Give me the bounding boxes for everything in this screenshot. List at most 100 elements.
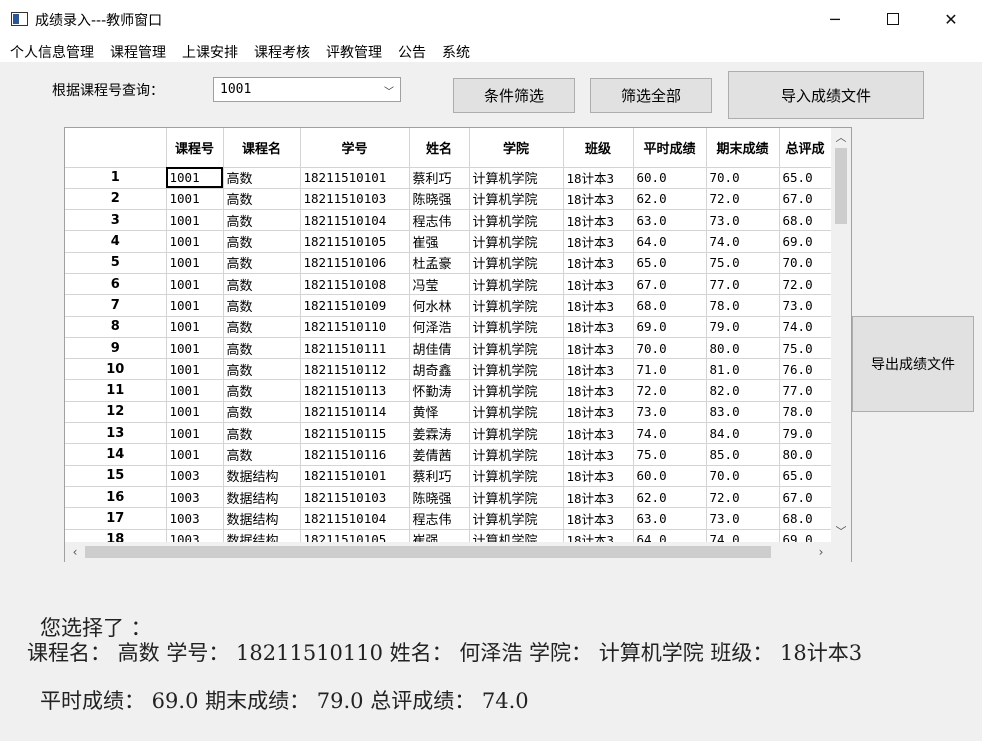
table-cell[interactable]: 68.0: [779, 209, 831, 232]
table-cell[interactable]: 冯莹: [409, 273, 470, 296]
table-cell[interactable]: 18计本3: [563, 294, 634, 317]
table-cell[interactable]: 高数: [223, 358, 301, 381]
table-cell[interactable]: 83.0: [706, 401, 780, 424]
column-header[interactable]: 总评成: [779, 128, 831, 168]
table-cell[interactable]: 62.0: [633, 486, 707, 509]
table-row[interactable]: 14 1001 高数 18211510116 姜倩茜 计算机学院 18计本3 75.0 85.0…: [65, 443, 831, 466]
table-cell[interactable]: 75.0: [706, 252, 780, 274]
table-cell[interactable]: 18计本3: [563, 486, 634, 509]
table-cell[interactable]: 79.0: [779, 422, 831, 445]
table-cell[interactable]: 计算机学院: [469, 167, 564, 189]
table-cell[interactable]: 60.0: [633, 167, 707, 189]
table-cell[interactable]: 18计本3: [563, 230, 634, 253]
table-cell[interactable]: 65.0: [779, 167, 831, 189]
table-cell[interactable]: 18计本3: [563, 209, 634, 232]
table-cell[interactable]: 1001: [166, 230, 224, 253]
table-cell[interactable]: 数据结构: [223, 529, 301, 542]
show-all-button[interactable]: 筛选全部: [590, 78, 712, 113]
table-cell[interactable]: 高数: [223, 294, 301, 317]
row-header[interactable]: 8: [65, 316, 167, 338]
table-row[interactable]: 1 1001 高数 18211510101 蔡利巧 计算机学院 18计本3 60.0 70.0 6…: [65, 167, 831, 189]
table-cell[interactable]: 1001: [166, 273, 224, 296]
table-cell[interactable]: 67.0: [779, 486, 831, 509]
table-cell[interactable]: 18计本3: [563, 507, 634, 530]
table-cell[interactable]: 18计本3: [563, 167, 634, 189]
table-cell[interactable]: 18计本3: [563, 273, 634, 296]
table-cell[interactable]: 计算机学院: [469, 443, 564, 466]
column-header[interactable]: [65, 128, 167, 168]
table-cell[interactable]: 18计本3: [563, 358, 634, 381]
table-cell[interactable]: 1001: [166, 337, 224, 360]
table-cell[interactable]: 胡佳倩: [409, 337, 470, 360]
table-cell[interactable]: 72.0: [633, 379, 707, 402]
menu-course-management[interactable]: 课程管理: [102, 38, 174, 62]
table-row[interactable]: 3 1001 高数 18211510104 程志伟 计算机学院 18计本3 63.0 73.0 6…: [65, 209, 831, 232]
row-header[interactable]: 10: [65, 358, 167, 381]
table-cell[interactable]: 崔强: [409, 529, 470, 542]
table-cell[interactable]: 18211510112: [300, 358, 410, 381]
table-cell[interactable]: 18211510116: [300, 443, 410, 466]
table-cell[interactable]: 18211510101: [300, 465, 410, 487]
row-header[interactable]: 4: [65, 230, 167, 253]
table-cell[interactable]: 73.0: [633, 401, 707, 424]
table-cell[interactable]: 78.0: [779, 401, 831, 424]
table-cell[interactable]: 1001: [166, 379, 224, 402]
table-row[interactable]: 2 1001 高数 18211510103 陈晓强 计算机学院 18计本3 62.0 72.0 6…: [65, 188, 831, 211]
column-header[interactable]: 学号: [300, 128, 410, 168]
table-row[interactable]: 6 1001 高数 18211510108 冯莹 计算机学院 18计本3 67.0 77.0 72…: [65, 273, 831, 296]
table-cell[interactable]: 84.0: [706, 422, 780, 445]
table-cell[interactable]: 69.0: [779, 529, 831, 542]
table-cell[interactable]: 1001: [166, 316, 224, 338]
scroll-right-icon[interactable]: ›: [811, 542, 831, 562]
table-cell[interactable]: 73.0: [706, 209, 780, 232]
column-header[interactable]: 班级: [563, 128, 634, 168]
table-row[interactable]: 5 1001 高数 18211510106 杜孟豪 计算机学院 18计本3 65.0 75.0 7…: [65, 252, 831, 274]
table-cell[interactable]: 65.0: [633, 252, 707, 274]
table-cell[interactable]: 怀勤涛: [409, 379, 470, 402]
table-cell[interactable]: 胡奇鑫: [409, 358, 470, 381]
row-header[interactable]: 6: [65, 273, 167, 296]
table-cell[interactable]: 1001: [166, 188, 224, 211]
scroll-left-icon[interactable]: ‹: [65, 542, 85, 562]
table-cell[interactable]: 计算机学院: [469, 273, 564, 296]
table-cell[interactable]: 杜孟豪: [409, 252, 470, 274]
table-cell[interactable]: 85.0: [706, 443, 780, 466]
table-cell[interactable]: 18计本3: [563, 252, 634, 274]
table-cell[interactable]: 1001: [166, 401, 224, 424]
row-header[interactable]: 17: [65, 507, 167, 530]
menu-course-assessment[interactable]: 课程考核: [246, 38, 318, 62]
table-cell[interactable]: 69.0: [633, 316, 707, 338]
table-cell[interactable]: 18计本3: [563, 443, 634, 466]
table-cell[interactable]: 18211510106: [300, 252, 410, 274]
table-cell[interactable]: 计算机学院: [469, 337, 564, 360]
table-cell[interactable]: 18211510109: [300, 294, 410, 317]
table-row[interactable]: 11 1001 高数 18211510113 怀勤涛 计算机学院 18计本3 72.0 82.0…: [65, 379, 831, 402]
table-cell[interactable]: 18计本3: [563, 337, 634, 360]
table-cell[interactable]: 73.0: [779, 294, 831, 317]
scroll-up-icon[interactable]: ︿: [831, 128, 851, 148]
table-cell[interactable]: 计算机学院: [469, 230, 564, 253]
table-cell[interactable]: 64.0: [633, 230, 707, 253]
table-cell[interactable]: 1001: [166, 358, 224, 381]
table-cell[interactable]: 程志伟: [409, 209, 470, 232]
table-cell[interactable]: 72.0: [706, 486, 780, 509]
table-cell[interactable]: 69.0: [779, 230, 831, 253]
table-cell[interactable]: 18211510113: [300, 379, 410, 402]
table-cell[interactable]: 何水林: [409, 294, 470, 317]
table-cell[interactable]: 18211510103: [300, 188, 410, 211]
maximize-button[interactable]: [864, 0, 922, 38]
table-cell[interactable]: 计算机学院: [469, 379, 564, 402]
table-row[interactable]: 4 1001 高数 18211510105 崔强 计算机学院 18计本3 64.0 74.0 69…: [65, 230, 831, 253]
scroll-down-icon[interactable]: ﹀: [831, 522, 851, 542]
table-cell[interactable]: 计算机学院: [469, 252, 564, 274]
table-row[interactable]: 18 1003 数据结构 18211510105 崔强 计算机学院 18计本3 64.0 74.…: [65, 529, 831, 542]
table-cell[interactable]: 程志伟: [409, 507, 470, 530]
table-row[interactable]: 10 1001 高数 18211510112 胡奇鑫 计算机学院 18计本3 71.0 81.0…: [65, 358, 831, 381]
table-cell[interactable]: 高数: [223, 188, 301, 211]
table-cell[interactable]: 1001: [166, 209, 224, 232]
table-cell[interactable]: 18计本3: [563, 422, 634, 445]
export-grades-button[interactable]: 导出成绩文件: [852, 316, 974, 412]
table-row[interactable]: 8 1001 高数 18211510110 何泽浩 计算机学院 18计本3 69.0 79.0 7…: [65, 316, 831, 338]
table-cell[interactable]: 计算机学院: [469, 316, 564, 338]
table-cell[interactable]: 80.0: [779, 443, 831, 466]
